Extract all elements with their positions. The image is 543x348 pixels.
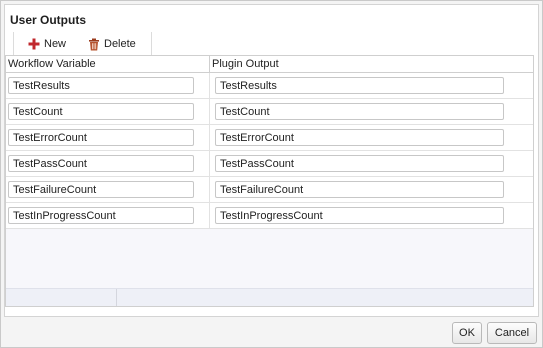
panel-title: User Outputs — [10, 13, 87, 27]
plugin-output-cell — [210, 203, 533, 228]
workflow-variable-cell — [6, 151, 210, 176]
plugin-output-cell — [210, 73, 533, 98]
workflow-variable-input[interactable] — [8, 77, 194, 94]
workflow-variable-cell — [6, 203, 210, 228]
plugin-output-cell — [210, 125, 533, 150]
cancel-button[interactable]: Cancel — [487, 322, 537, 344]
table-row[interactable] — [6, 125, 533, 151]
workflow-variable-input[interactable] — [8, 207, 194, 224]
plugin-output-input[interactable] — [215, 77, 504, 94]
plus-icon — [28, 38, 40, 50]
trash-icon — [89, 38, 99, 50]
new-button[interactable]: New — [28, 36, 66, 52]
user-outputs-dialog: User Outputs New Delete Workflow Variabl… — [0, 0, 543, 348]
plugin-output-input[interactable] — [215, 155, 504, 172]
footer-separator — [116, 289, 117, 306]
table-row[interactable] — [6, 151, 533, 177]
plugin-output-input[interactable] — [215, 207, 504, 224]
workflow-variable-cell — [6, 177, 210, 202]
workflow-variable-input[interactable] — [8, 155, 194, 172]
plugin-output-input[interactable] — [215, 181, 504, 198]
outputs-grid: Workflow Variable Plugin Output — [5, 55, 534, 307]
workflow-variable-input[interactable] — [8, 103, 194, 120]
grid-toolbar: New Delete — [13, 32, 152, 55]
plugin-output-input[interactable] — [215, 103, 504, 120]
workflow-variable-cell — [6, 125, 210, 150]
workflow-variable-input[interactable] — [8, 181, 194, 198]
plugin-output-input[interactable] — [215, 129, 504, 146]
column-header-plugin-output[interactable]: Plugin Output — [210, 56, 533, 72]
table-row[interactable] — [6, 99, 533, 125]
user-outputs-panel: User Outputs New Delete Workflow Variabl… — [4, 4, 539, 317]
workflow-variable-input[interactable] — [8, 129, 194, 146]
grid-rows — [6, 73, 533, 229]
delete-button[interactable]: Delete — [88, 36, 136, 52]
workflow-variable-cell — [6, 73, 210, 98]
plugin-output-cell — [210, 151, 533, 176]
table-row[interactable] — [6, 203, 533, 229]
ok-button[interactable]: OK — [452, 322, 482, 344]
grid-header: Workflow Variable Plugin Output — [6, 56, 533, 73]
workflow-variable-cell — [6, 99, 210, 124]
plugin-output-cell — [210, 99, 533, 124]
table-row[interactable] — [6, 177, 533, 203]
new-button-label: New — [44, 38, 67, 50]
table-row[interactable] — [6, 73, 533, 99]
plugin-output-cell — [210, 177, 533, 202]
delete-button-label: Delete — [104, 38, 136, 50]
column-header-workflow-variable[interactable]: Workflow Variable — [6, 56, 210, 72]
grid-footer — [6, 288, 533, 306]
